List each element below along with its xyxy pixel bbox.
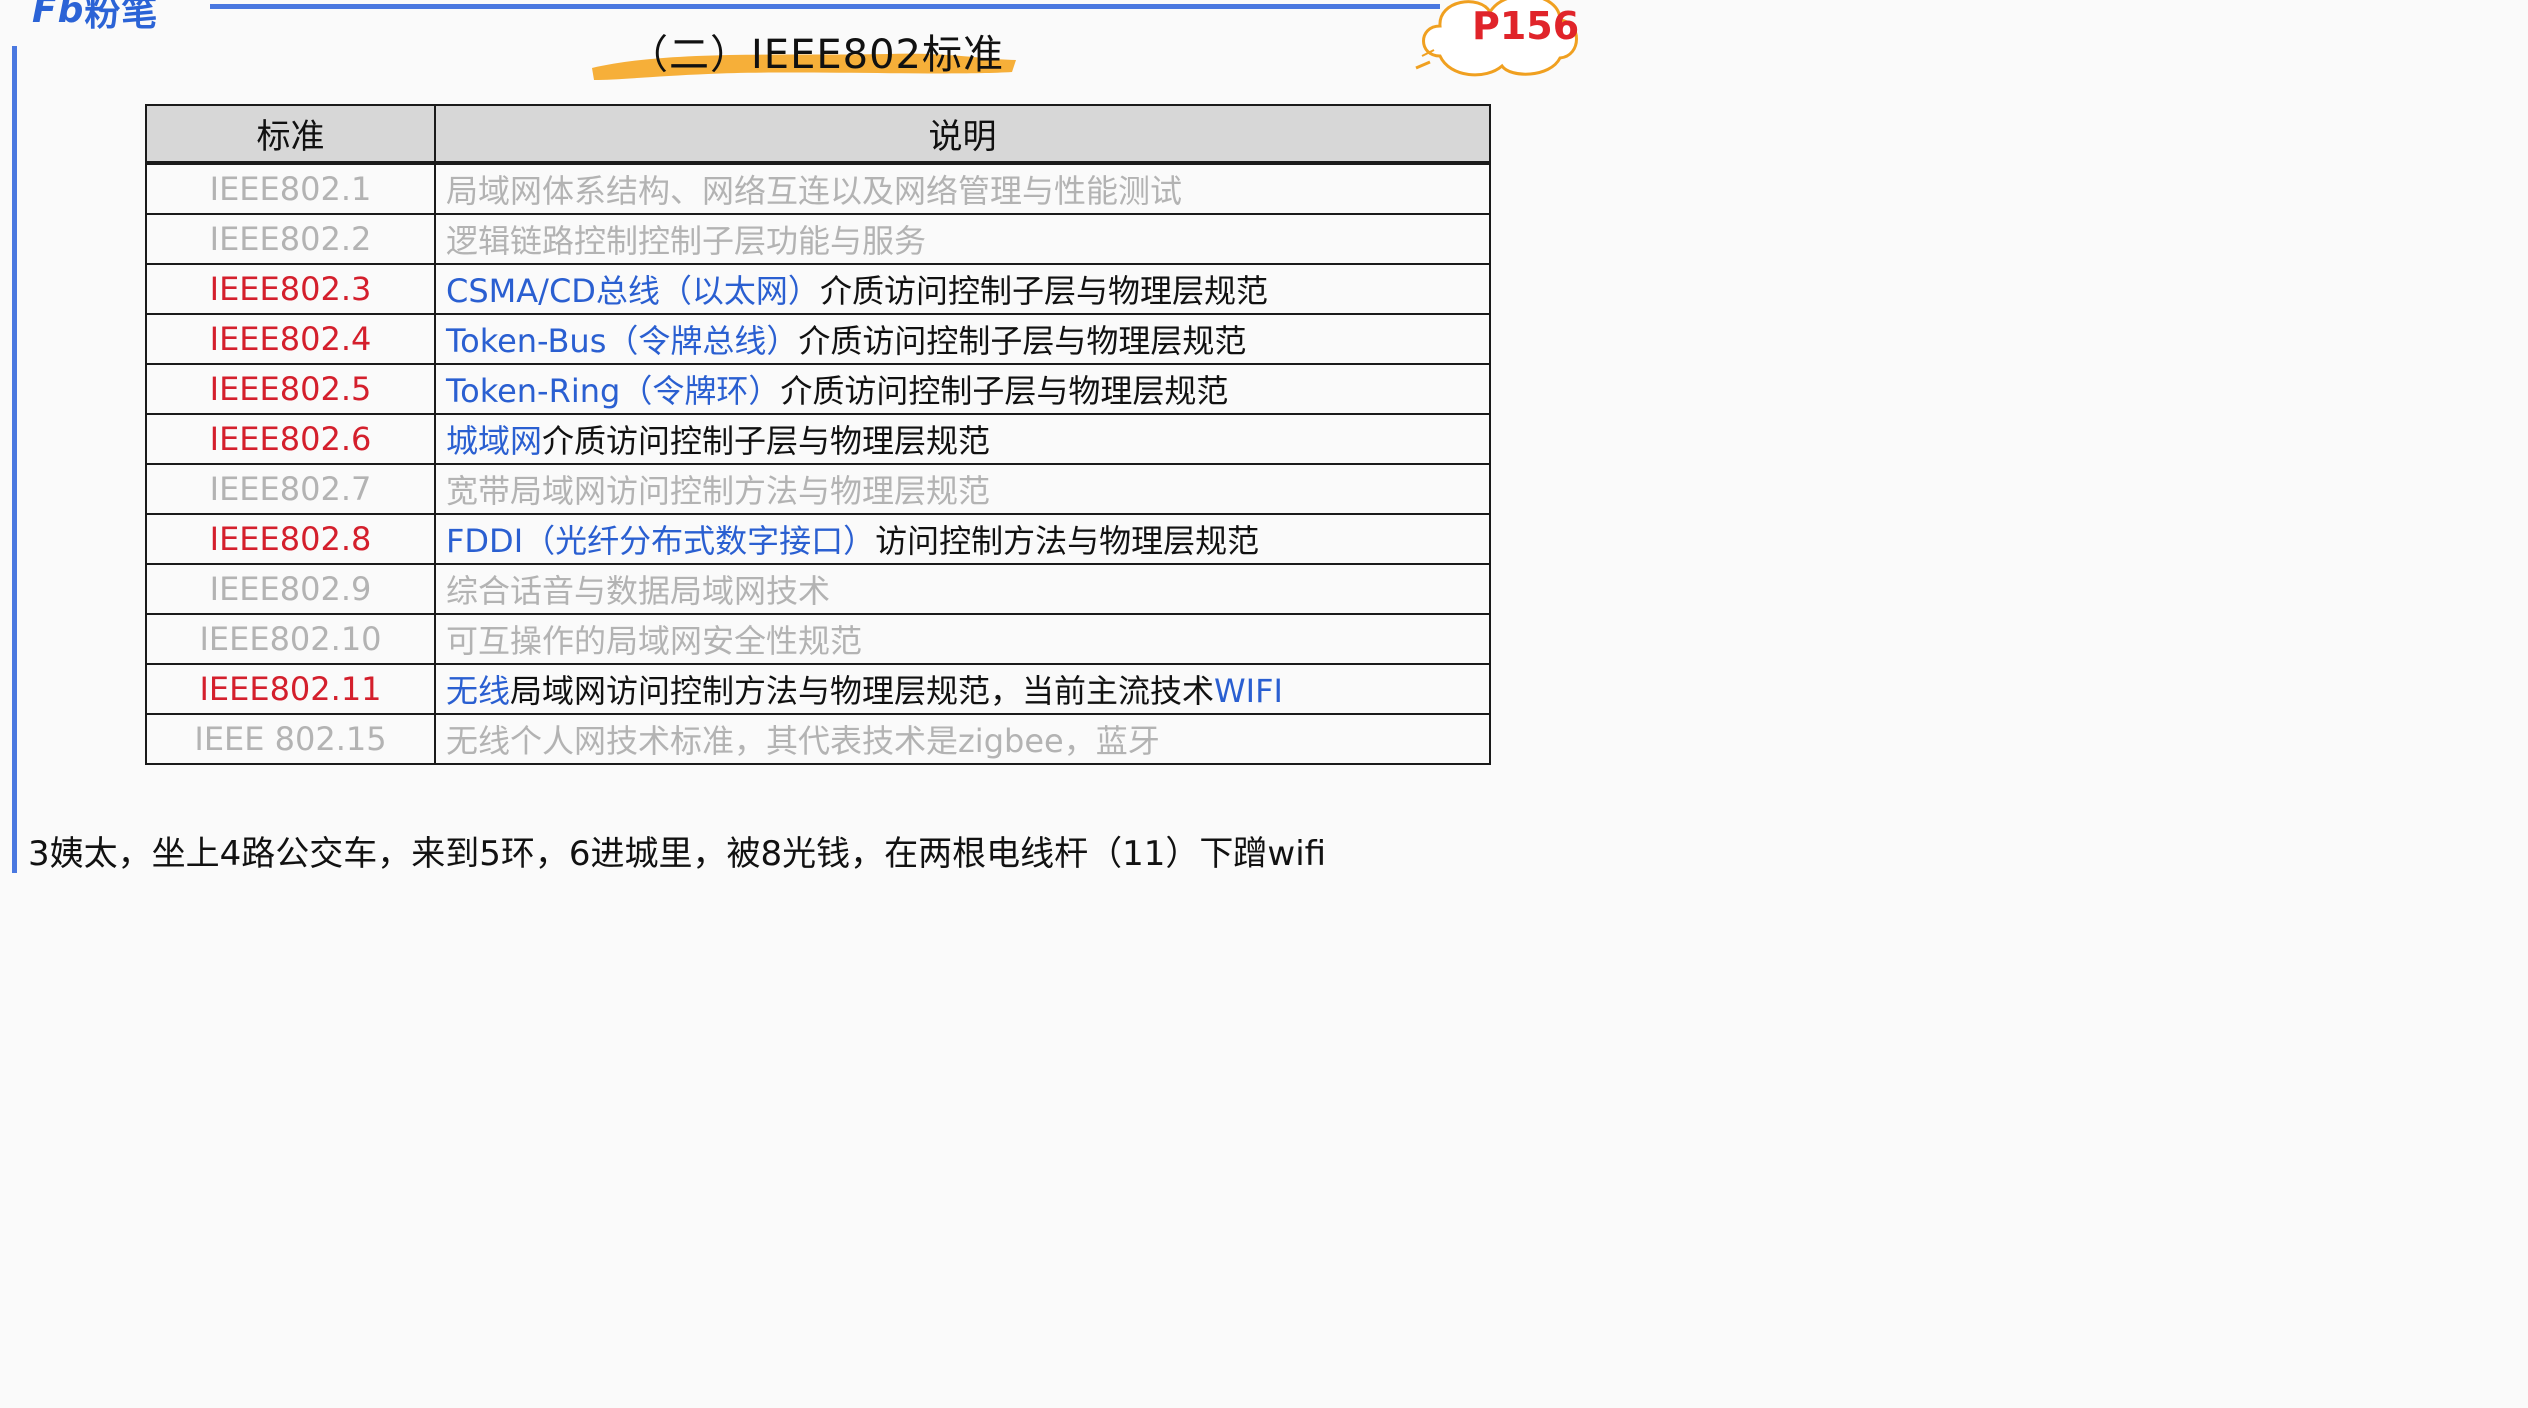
page-badge: P156 bbox=[1410, 0, 1580, 86]
description-text: 介质访问控制子层与物理层规范 bbox=[798, 322, 1247, 360]
standard-cell: IEEE802.3 bbox=[145, 263, 436, 315]
description-emphasis: FDDI（光纤分布式数字接口） bbox=[446, 522, 876, 560]
standard-cell: IEEE802.1 bbox=[145, 162, 436, 215]
ieee-standards-table: 标准 说明 IEEE802.1 局域网体系结构、网络互连以及网络管理与性能测试 IE… bbox=[145, 104, 1491, 765]
fenbi-logo: Fb 粉笔 bbox=[32, 0, 158, 34]
standard-cell: IEEE 802.15 bbox=[145, 713, 436, 765]
standard-cell: IEEE802.10 bbox=[145, 613, 436, 665]
table-row: IEEE802.11 无线局域网访问控制方法与物理层规范，当前主流技术WIFI bbox=[145, 663, 1491, 715]
description-text: 介质访问控制子层与物理层规范 bbox=[819, 272, 1268, 310]
description-text: 局域网访问控制方法与物理层规范，当前主流技术 bbox=[510, 672, 1215, 710]
standard-cell: IEEE802.5 bbox=[145, 363, 436, 415]
table-row: IEEE802.3 CSMA/CD总线（以太网）介质访问控制子层与物理层规范 bbox=[145, 263, 1491, 315]
table-row: IEEE802.9 综合话音与数据局域网技术 bbox=[145, 563, 1491, 615]
description-text: 局域网体系结构、网络互连以及网络管理与性能测试 bbox=[446, 172, 1183, 210]
standard-cell: IEEE802.11 bbox=[145, 663, 436, 715]
page-number: P156 bbox=[1472, 4, 1580, 48]
description-emphasis: CSMA/CD总线（以太网） bbox=[446, 272, 820, 310]
table-header-row: 标准 说明 bbox=[145, 104, 1491, 165]
description-cell: 局域网体系结构、网络互连以及网络管理与性能测试 bbox=[434, 162, 1491, 215]
description-emphasis: 无线 bbox=[446, 672, 511, 710]
left-accent-line bbox=[12, 46, 17, 873]
description-cell: CSMA/CD总线（以太网）介质访问控制子层与物理层规范 bbox=[434, 263, 1491, 315]
description-emphasis: Token-Bus（令牌总线） bbox=[446, 322, 799, 360]
description-emphasis: 城域网 bbox=[446, 422, 543, 460]
description-tail: WIFI bbox=[1214, 672, 1283, 710]
description-text: 综合话音与数据局域网技术 bbox=[446, 572, 831, 610]
description-text: 访问控制方法与物理层规范 bbox=[875, 522, 1260, 560]
description-text: 逻辑链路控制控制子层功能与服务 bbox=[446, 222, 927, 260]
description-cell: 城域网介质访问控制子层与物理层规范 bbox=[434, 413, 1491, 465]
description-text: 无线个人网技术标准，其代表技术是zigbee，蓝牙 bbox=[446, 722, 1160, 760]
table-row: IEEE802.10 可互操作的局域网安全性规范 bbox=[145, 613, 1491, 665]
header-description: 说明 bbox=[434, 104, 1491, 165]
logo-mark: Fb bbox=[32, 0, 85, 31]
description-cell: 宽带局域网访问控制方法与物理层规范 bbox=[434, 463, 1491, 515]
standard-cell: IEEE802.9 bbox=[145, 563, 436, 615]
description-cell: Token-Ring（令牌环）介质访问控制子层与物理层规范 bbox=[434, 363, 1491, 415]
description-cell: FDDI（光纤分布式数字接口）访问控制方法与物理层规范 bbox=[434, 513, 1491, 565]
top-accent-line bbox=[210, 4, 1440, 9]
table-row: IEEE802.6 城域网介质访问控制子层与物理层规范 bbox=[145, 413, 1491, 465]
standard-cell: IEEE802.8 bbox=[145, 513, 436, 565]
table-row: IEEE802.4 Token-Bus（令牌总线）介质访问控制子层与物理层规范 bbox=[145, 313, 1491, 365]
description-cell: 逻辑链路控制控制子层功能与服务 bbox=[434, 213, 1491, 265]
logo-name: 粉笔 bbox=[84, 0, 159, 34]
description-cell: 无线局域网访问控制方法与物理层规范，当前主流技术WIFI bbox=[434, 663, 1491, 715]
description-cell: 可互操作的局域网安全性规范 bbox=[434, 613, 1491, 665]
standard-cell: IEEE802.2 bbox=[145, 213, 436, 265]
slide-title: （二）IEEE802标准 bbox=[588, 10, 1018, 82]
description-text: 可互操作的局域网安全性规范 bbox=[446, 622, 863, 660]
standard-cell: IEEE802.6 bbox=[145, 413, 436, 465]
description-cell: Token-Bus（令牌总线）介质访问控制子层与物理层规范 bbox=[434, 313, 1491, 365]
standard-cell: IEEE802.7 bbox=[145, 463, 436, 515]
table-row: IEEE802.8 FDDI（光纤分布式数字接口）访问控制方法与物理层规范 bbox=[145, 513, 1491, 565]
standard-cell: IEEE802.4 bbox=[145, 313, 436, 365]
table-row: IEEE802.2 逻辑链路控制控制子层功能与服务 bbox=[145, 213, 1491, 265]
description-text: 介质访问控制子层与物理层规范 bbox=[780, 372, 1229, 410]
table-row: IEEE802.1 局域网体系结构、网络互连以及网络管理与性能测试 bbox=[145, 162, 1491, 215]
table-row: IEEE802.7 宽带局域网访问控制方法与物理层规范 bbox=[145, 463, 1491, 515]
table-row: IEEE 802.15 无线个人网技术标准，其代表技术是zigbee，蓝牙 bbox=[145, 713, 1491, 765]
description-text: 宽带局域网访问控制方法与物理层规范 bbox=[446, 472, 991, 510]
table-row: IEEE802.5 Token-Ring（令牌环）介质访问控制子层与物理层规范 bbox=[145, 363, 1491, 415]
description-emphasis: Token-Ring（令牌环） bbox=[446, 372, 781, 410]
mnemonic-text: 3姨太，坐上4路公交车，来到5环，6进城里，被8光钱，在两根电线杆（11）下蹭w… bbox=[28, 834, 1327, 874]
description-cell: 综合话音与数据局域网技术 bbox=[434, 563, 1491, 615]
title-text: （二）IEEE802标准 bbox=[628, 32, 1004, 78]
description-cell: 无线个人网技术标准，其代表技术是zigbee，蓝牙 bbox=[434, 713, 1491, 765]
description-text: 介质访问控制子层与物理层规范 bbox=[542, 422, 991, 460]
header-standard: 标准 bbox=[145, 104, 436, 165]
